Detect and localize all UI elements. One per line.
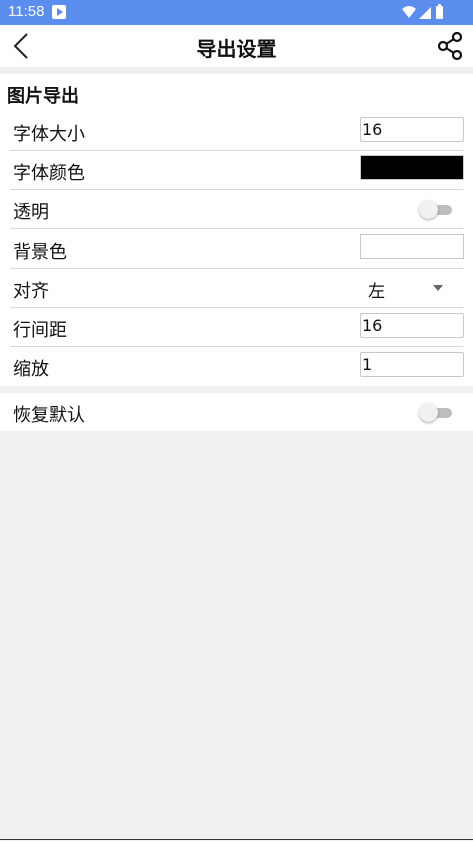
font-color-label: 字体颜色 bbox=[13, 163, 85, 184]
toggle-thumb bbox=[419, 403, 438, 422]
transparent-toggle[interactable] bbox=[419, 200, 454, 219]
row-scale: 缩放 1 bbox=[0, 347, 473, 386]
page-title: 导出设置 bbox=[196, 37, 277, 61]
row-bg-color: 背景色 bbox=[0, 230, 473, 269]
align-label: 对齐 bbox=[13, 281, 49, 302]
reset-defaults-row: 恢复默认 bbox=[0, 393, 473, 431]
status-bar: 11:58 bbox=[0, 0, 473, 25]
image-export-section: 图片导出 字体大小 16 字体颜色 透明 背景色 对齐 左 行间距 16 缩放 … bbox=[0, 74, 473, 386]
row-font-color: 字体颜色 bbox=[0, 151, 473, 190]
transparent-label: 透明 bbox=[13, 202, 49, 223]
row-font-size: 字体大小 16 bbox=[0, 112, 473, 151]
line-spacing-label: 行间距 bbox=[13, 320, 67, 341]
align-select[interactable]: 左 bbox=[368, 277, 385, 302]
bg-color-swatch[interactable] bbox=[360, 234, 464, 259]
font-color-swatch[interactable] bbox=[360, 155, 464, 180]
toggle-thumb bbox=[419, 200, 438, 219]
reset-defaults-toggle[interactable] bbox=[419, 403, 454, 422]
share-icon[interactable] bbox=[435, 31, 465, 61]
app-bar: 导出设置 bbox=[0, 25, 473, 67]
bottom-divider bbox=[0, 839, 473, 840]
scale-label: 缩放 bbox=[13, 359, 49, 380]
status-time: 11:58 bbox=[8, 3, 45, 20]
row-transparent: 透明 bbox=[0, 190, 473, 229]
scale-input[interactable]: 1 bbox=[360, 352, 464, 377]
font-size-input[interactable]: 16 bbox=[360, 117, 464, 142]
wifi-icon bbox=[402, 6, 416, 18]
font-size-label: 字体大小 bbox=[13, 124, 85, 145]
row-align: 对齐 左 bbox=[0, 269, 473, 308]
section-gap bbox=[0, 386, 473, 393]
row-line-spacing: 行间距 16 bbox=[0, 308, 473, 347]
play-badge-icon bbox=[52, 5, 66, 19]
line-spacing-input[interactable]: 16 bbox=[360, 313, 464, 338]
divider bbox=[10, 228, 463, 229]
section-gap bbox=[0, 67, 473, 74]
section-title: 图片导出 bbox=[7, 86, 79, 107]
battery-icon bbox=[436, 4, 443, 19]
signal-icon bbox=[419, 7, 431, 19]
bg-color-label: 背景色 bbox=[13, 242, 67, 263]
reset-defaults-label: 恢复默认 bbox=[13, 405, 85, 426]
dropdown-caret-icon[interactable] bbox=[433, 285, 443, 291]
system-status-icons bbox=[402, 4, 443, 19]
